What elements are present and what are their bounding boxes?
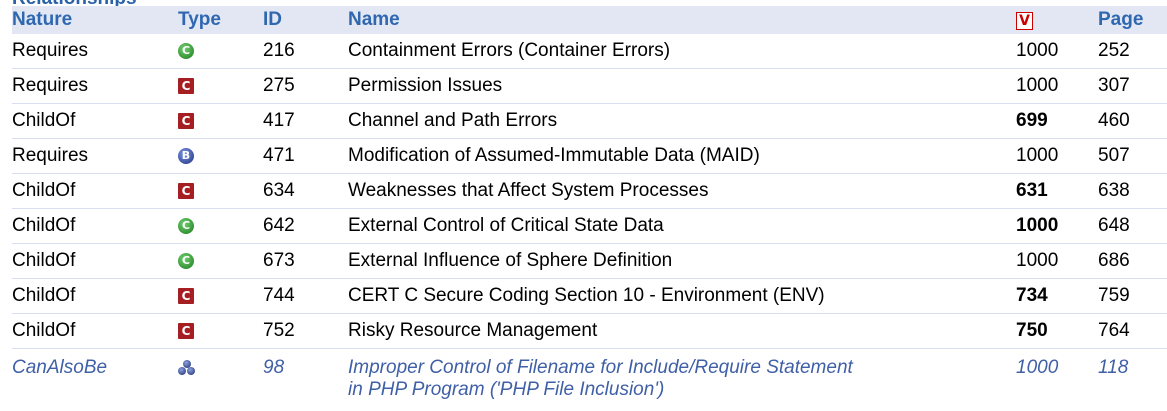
relationships-table: Nature Type ID Name V Page Requires C 21…	[12, 6, 1167, 411]
row-id: 642	[263, 209, 348, 244]
category-green-circle-icon: C	[178, 218, 194, 234]
table-header-row: Nature Type ID Name V Page	[12, 6, 1167, 34]
row-type: C	[178, 209, 263, 244]
row-view: 1000	[1016, 139, 1098, 174]
row-page: 307	[1098, 69, 1167, 104]
row-type: C	[178, 314, 263, 349]
row-view: 1000	[1016, 209, 1098, 244]
row-type: C	[178, 69, 263, 104]
table-row: ChildOf C 417 Channel and Path Errors 69…	[12, 104, 1167, 139]
row-name: CERT C Secure Coding Section 10 - Enviro…	[348, 279, 1016, 314]
row-id: 744	[263, 279, 348, 314]
row-view: 750	[1016, 314, 1098, 349]
base-blue-circle-icon: B	[178, 148, 194, 164]
row-id: 417	[263, 104, 348, 139]
row-page: 507	[1098, 139, 1167, 174]
header-view: V	[1016, 6, 1098, 34]
table-row: ChildOf C 634 Weaknesses that Affect Sys…	[12, 174, 1167, 209]
row-page: 686	[1098, 244, 1167, 279]
category-red-square-icon: C	[178, 288, 194, 304]
row-page: 118	[1098, 349, 1167, 411]
row-nature: Requires	[12, 139, 178, 174]
row-view: 1000	[1016, 349, 1098, 411]
row-nature: ChildOf	[12, 174, 178, 209]
row-type: B	[178, 139, 263, 174]
row-view: 734	[1016, 279, 1098, 314]
row-page: 638	[1098, 174, 1167, 209]
category-green-circle-icon: C	[178, 253, 194, 269]
category-red-square-icon: C	[178, 78, 194, 94]
view-badge-icon: V	[1016, 12, 1033, 30]
row-view: 699	[1016, 104, 1098, 139]
row-id: 98	[263, 349, 348, 411]
row-nature: CanAlsoBe	[12, 349, 178, 411]
row-nature: ChildOf	[12, 314, 178, 349]
row-type: C	[178, 34, 263, 69]
row-id: 471	[263, 139, 348, 174]
table-row: Requires B 471 Modification of Assumed-I…	[12, 139, 1167, 174]
row-id: 673	[263, 244, 348, 279]
row-name: External Influence of Sphere Definition	[348, 244, 1016, 279]
category-green-circle-icon: C	[178, 43, 194, 59]
row-view: 1000	[1016, 244, 1098, 279]
row-name-line-2: in PHP Program ('PHP File Inclusion')	[348, 379, 1016, 401]
table-row: Requires C 275 Permission Issues 1000 30…	[12, 69, 1167, 104]
header-name: Name	[348, 6, 1016, 34]
row-nature: ChildOf	[12, 104, 178, 139]
row-id: 634	[263, 174, 348, 209]
compound-cluster-icon	[178, 360, 196, 376]
row-page: 648	[1098, 209, 1167, 244]
category-red-square-icon: C	[178, 113, 194, 129]
row-nature: ChildOf	[12, 209, 178, 244]
row-nature: ChildOf	[12, 244, 178, 279]
row-id: 752	[263, 314, 348, 349]
header-type: Type	[178, 6, 263, 34]
row-page: 460	[1098, 104, 1167, 139]
row-name: Risky Resource Management	[348, 314, 1016, 349]
row-page: 252	[1098, 34, 1167, 69]
row-nature: Requires	[12, 69, 178, 104]
row-name: Improper Control of Filename for Include…	[348, 349, 1016, 411]
row-type: C	[178, 174, 263, 209]
row-id: 275	[263, 69, 348, 104]
row-page: 764	[1098, 314, 1167, 349]
row-nature: Requires	[12, 34, 178, 69]
header-nature: Nature	[12, 6, 178, 34]
table-row: ChildOf C 673 External Influence of Sphe…	[12, 244, 1167, 279]
row-type	[178, 349, 263, 411]
header-page: Page	[1098, 6, 1167, 34]
row-name: Weaknesses that Affect System Processes	[348, 174, 1016, 209]
row-name: Modification of Assumed-Immutable Data (…	[348, 139, 1016, 174]
row-type: C	[178, 244, 263, 279]
table-row: ChildOf C 744 CERT C Secure Coding Secti…	[12, 279, 1167, 314]
row-id: 216	[263, 34, 348, 69]
row-view: 1000	[1016, 69, 1098, 104]
category-red-square-icon: C	[178, 183, 194, 199]
row-name: Channel and Path Errors	[348, 104, 1016, 139]
header-id: ID	[263, 6, 348, 34]
row-name-line-1: Improper Control of Filename for Include…	[348, 357, 1016, 379]
table-row: CanAlsoBe 98 Improper Control of Filenam…	[12, 349, 1167, 411]
row-name: External Control of Critical State Data	[348, 209, 1016, 244]
row-name: Containment Errors (Container Errors)	[348, 34, 1016, 69]
row-name: Permission Issues	[348, 69, 1016, 104]
category-red-square-icon: C	[178, 323, 194, 339]
row-view: 1000	[1016, 34, 1098, 69]
row-page: 759	[1098, 279, 1167, 314]
row-view: 631	[1016, 174, 1098, 209]
table-row: Requires C 216 Containment Errors (Conta…	[12, 34, 1167, 69]
row-type: C	[178, 104, 263, 139]
row-type: C	[178, 279, 263, 314]
table-row: ChildOf C 642 External Control of Critic…	[12, 209, 1167, 244]
row-nature: ChildOf	[12, 279, 178, 314]
table-row: ChildOf C 752 Risky Resource Management …	[12, 314, 1167, 349]
